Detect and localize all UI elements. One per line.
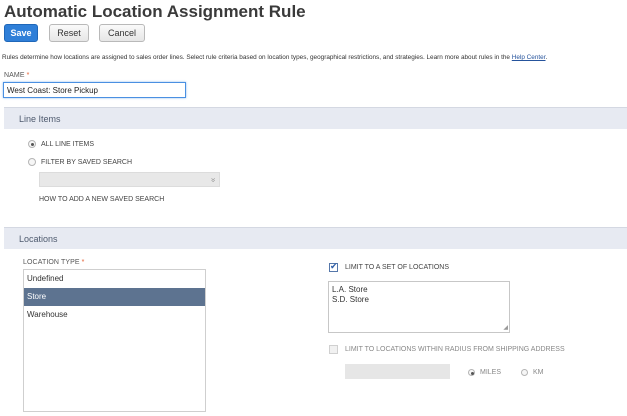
line-items-section-title: Line Items bbox=[19, 114, 61, 124]
saved-search-select[interactable]: » bbox=[39, 172, 220, 187]
locations-section-header[interactable]: Locations bbox=[4, 227, 627, 249]
limit-set-row[interactable]: LIMIT TO A SET OF LOCATIONS bbox=[329, 261, 449, 272]
cancel-button[interactable]: Cancel bbox=[99, 24, 145, 42]
location-type-option-warehouse[interactable]: Warehouse bbox=[24, 306, 205, 324]
page-title: Automatic Location Assignment Rule bbox=[4, 2, 306, 21]
location-type-label: LOCATION TYPE * bbox=[23, 259, 85, 266]
radio-filter-saved-search[interactable]: FILTER BY SAVED SEARCH bbox=[28, 158, 132, 166]
name-label-text: NAME bbox=[4, 72, 25, 79]
line-items-section-header[interactable]: Line Items bbox=[4, 107, 627, 129]
location-type-list[interactable]: Undefined Store Warehouse bbox=[23, 269, 206, 412]
name-input[interactable] bbox=[3, 82, 186, 98]
limit-radius-checkbox[interactable] bbox=[329, 345, 338, 354]
save-button[interactable]: Save bbox=[4, 24, 38, 42]
radio-button[interactable] bbox=[28, 140, 36, 148]
unit-miles[interactable]: MILES bbox=[468, 369, 501, 376]
description-text: Rules determine how locations are assign… bbox=[2, 54, 512, 61]
unit-km[interactable]: KM bbox=[521, 369, 544, 376]
radio-label: FILTER BY SAVED SEARCH bbox=[41, 158, 133, 166]
how-to-add-saved-search-link[interactable]: HOW TO ADD A NEW SAVED SEARCH bbox=[39, 196, 164, 203]
description-end: . bbox=[545, 54, 548, 61]
limit-set-checkbox[interactable] bbox=[329, 261, 338, 272]
location-value: L.A. Store bbox=[332, 285, 368, 294]
rule-description: Rules determine how locations are assign… bbox=[2, 54, 547, 61]
limit-radius-row[interactable]: LIMIT TO LOCATIONS WITHIN RADIUS FROM SH… bbox=[329, 345, 565, 354]
radius-input[interactable] bbox=[345, 364, 450, 379]
radio-button[interactable] bbox=[521, 369, 528, 376]
required-mark: * bbox=[81, 259, 85, 266]
chevron-down-icon: » bbox=[208, 177, 218, 183]
reset-button[interactable]: Reset bbox=[49, 24, 89, 42]
help-center-link[interactable]: Help Center bbox=[512, 54, 546, 61]
location-type-label-text: LOCATION TYPE bbox=[23, 259, 80, 266]
radio-label: ALL LINE ITEMS bbox=[41, 140, 95, 148]
unit-label: MILES bbox=[480, 369, 502, 376]
radio-all-line-items[interactable]: ALL LINE ITEMS bbox=[28, 140, 94, 148]
locations-section-title: Locations bbox=[19, 234, 58, 244]
locations-set-textarea[interactable]: L.A. Store S.D. Store ◢ bbox=[328, 281, 510, 333]
location-value: S.D. Store bbox=[332, 295, 369, 304]
resize-handle-icon[interactable]: ◢ bbox=[503, 325, 508, 331]
required-mark: * bbox=[26, 72, 30, 79]
location-type-option-undefined[interactable]: Undefined bbox=[24, 270, 205, 288]
radio-button[interactable] bbox=[468, 369, 475, 376]
location-type-option-store[interactable]: Store bbox=[24, 288, 205, 306]
radio-button[interactable] bbox=[28, 158, 36, 166]
unit-label: KM bbox=[533, 369, 544, 376]
limit-radius-label: LIMIT TO LOCATIONS WITHIN RADIUS FROM SH… bbox=[345, 346, 565, 353]
limit-set-label: LIMIT TO A SET OF LOCATIONS bbox=[345, 264, 449, 271]
name-label: NAME * bbox=[4, 72, 29, 79]
